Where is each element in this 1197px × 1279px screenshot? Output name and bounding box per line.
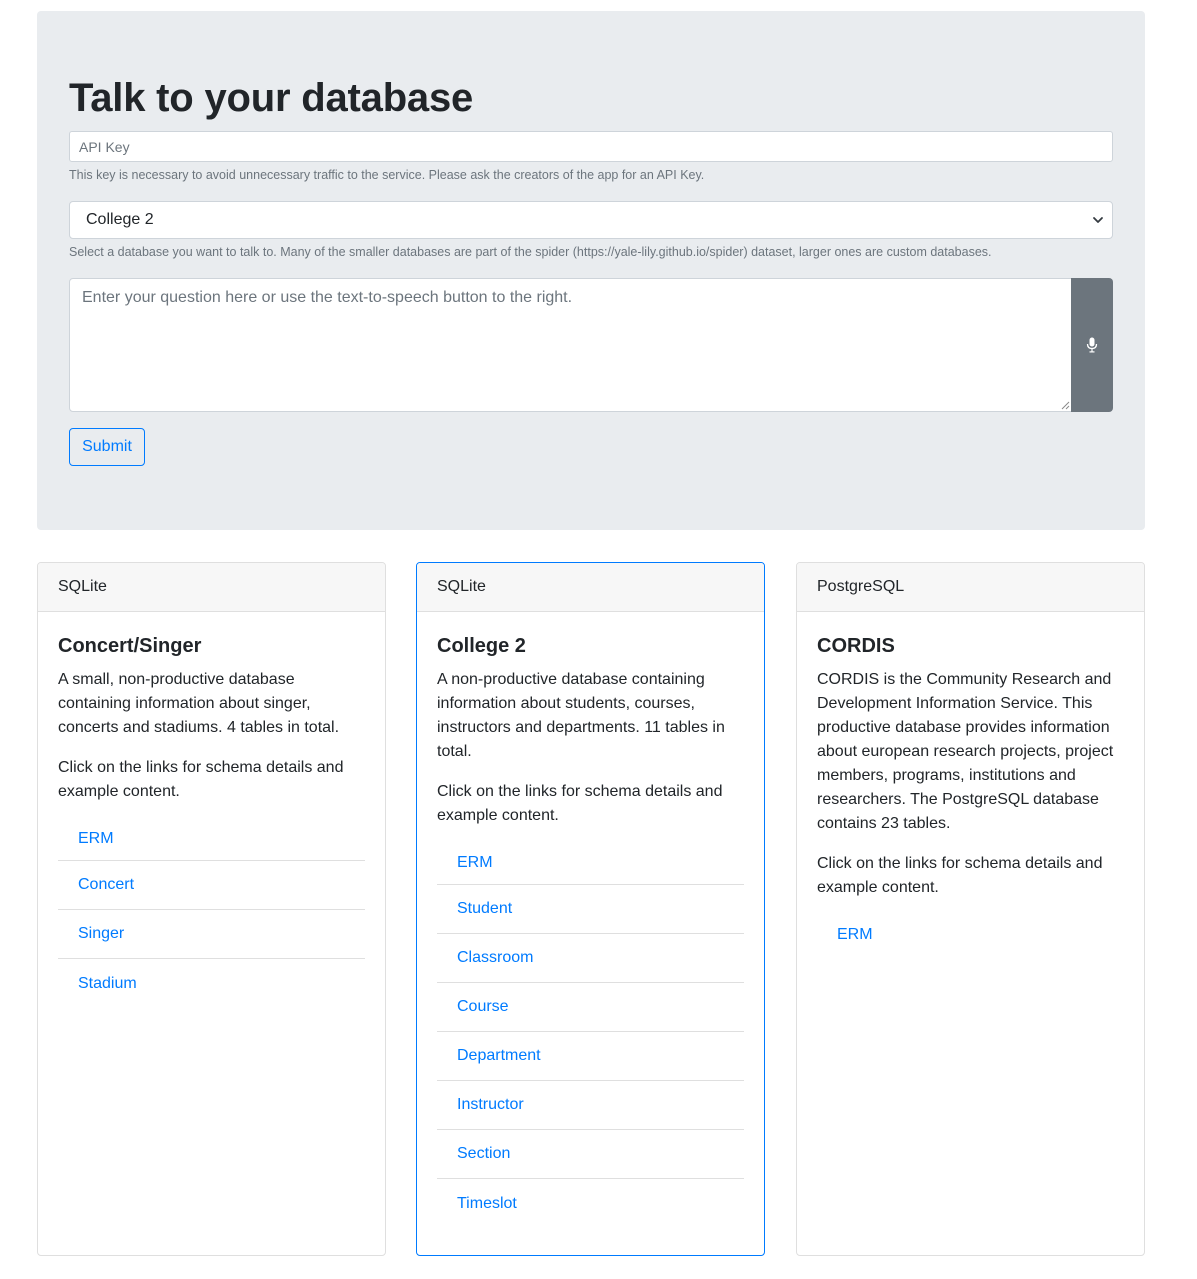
schema-link-instructor[interactable]: Instructor (437, 1081, 744, 1130)
chevron-down-icon (1093, 217, 1103, 223)
schema-link-student[interactable]: Student (437, 885, 744, 934)
schema-link-stadium[interactable]: Stadium (58, 959, 365, 1008)
schema-link-list: ERM Student Classroom Course Department Instr… (437, 848, 744, 1228)
card-description: CORDIS is the Community Research and Dev… (817, 671, 1114, 832)
card-title: CORDIS (817, 635, 895, 657)
card-instruction: Click on the links for schema details an… (437, 783, 723, 824)
database-select-help: Select a database you want to talk to. M… (69, 245, 992, 259)
resize-grip-icon[interactable] (1060, 400, 1070, 410)
jumbotron: Talk to your database This key is necess… (37, 11, 1145, 530)
schema-link-list: ERM Concert Singer Stadium (58, 824, 365, 1008)
database-card: SQLite Concert/Singer A small, non-product… (37, 562, 386, 1256)
schema-link-department[interactable]: Department (437, 1032, 744, 1081)
card-header-engine: SQLite (38, 563, 385, 612)
database-card: PostgreSQL CORDIS CORDIS is the Community … (796, 562, 1145, 1256)
speech-to-text-button[interactable] (1071, 278, 1113, 412)
schema-link-erm[interactable]: ERM (437, 848, 744, 885)
card-description: A non-productive database containing inf… (437, 671, 725, 760)
api-key-input[interactable] (69, 131, 1113, 162)
schema-link-course[interactable]: Course (437, 983, 744, 1032)
schema-link-concert[interactable]: Concert (58, 861, 365, 910)
schema-link-erm[interactable]: ERM (817, 920, 1124, 957)
microphone-icon (1086, 337, 1098, 353)
schema-link-list: ERM (817, 920, 1124, 957)
card-body: College 2 A non-productive database conta… (417, 612, 764, 1248)
api-key-help: This key is necessary to avoid unnecessa… (69, 168, 705, 182)
card-header-engine: SQLite (417, 563, 764, 612)
card-instruction: Click on the links for schema details an… (817, 855, 1103, 896)
card-instruction: Click on the links for schema details an… (58, 759, 344, 800)
schema-link-singer[interactable]: Singer (58, 910, 365, 959)
schema-link-classroom[interactable]: Classroom (437, 934, 744, 983)
page-title: Talk to your database (69, 76, 474, 120)
card-title: Concert/Singer (58, 635, 202, 657)
card-body: Concert/Singer A small, non-productive da… (38, 612, 385, 1028)
database-card: SQLite College 2 A non-productive database… (416, 562, 765, 1256)
schema-link-section[interactable]: Section (437, 1130, 744, 1179)
card-header-engine: PostgreSQL (797, 563, 1144, 612)
submit-button[interactable]: Submit (69, 428, 145, 466)
schema-link-timeslot[interactable]: Timeslot (437, 1179, 744, 1228)
card-description: A small, non-productive database contain… (58, 671, 340, 736)
question-textarea[interactable] (69, 278, 1072, 412)
card-body: CORDIS CORDIS is the Community Research a… (797, 612, 1144, 977)
schema-link-erm[interactable]: ERM (58, 824, 365, 861)
database-select[interactable]: College 2 (69, 201, 1113, 239)
database-select-value: College 2 (86, 211, 154, 228)
card-title: College 2 (437, 635, 526, 657)
